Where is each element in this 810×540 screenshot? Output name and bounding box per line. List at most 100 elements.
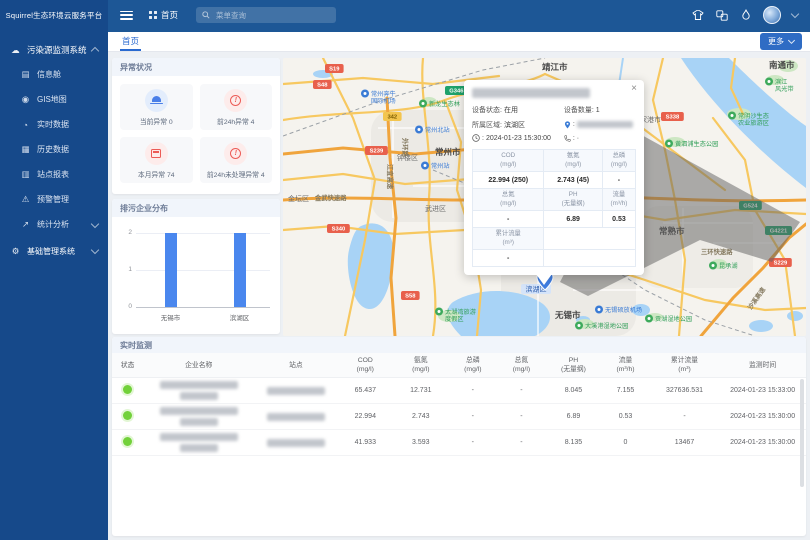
map-poi-label: 常阴沙生态农业旅游区 [738, 112, 769, 127]
sidebar-item-history-data[interactable]: ▦历史数据 [0, 137, 108, 162]
metric-header: 流量(m³/h) [602, 189, 635, 211]
table-row[interactable]: 41.9333.593--8.1350134672024-01-23 15:30… [112, 430, 806, 456]
table-scrollbar[interactable] [800, 379, 804, 487]
top-header: Squirrel生态环境云服务平台 首页 [0, 0, 810, 30]
metric-value: 2.743 (45) [544, 172, 602, 189]
device-count-field: 设备数量:1 [564, 105, 636, 115]
calendar-icon [151, 149, 161, 158]
table-cell: 12.731 [393, 378, 449, 404]
sidebar-root-base-system[interactable]: ⚙ 基础管理系统 [0, 239, 108, 263]
flame-icon[interactable] [739, 9, 752, 22]
y-tick-label: 0 [118, 303, 132, 310]
main-content: 异常状况 当前异常 0前24h异常 4本月异常 74前24h未处理异常 4 排污… [108, 52, 810, 540]
status-dot [123, 385, 132, 394]
table-cell: - [449, 430, 498, 456]
stat-card: 前24h未处理异常 4 [200, 137, 273, 183]
hamburger-menu-icon[interactable] [120, 11, 133, 20]
sidebar-item-info-hub[interactable]: ▤信息舱 [0, 62, 108, 87]
metric-value: - [473, 250, 544, 267]
more-button[interactable]: 更多 [760, 33, 802, 50]
redacted-company-name [160, 407, 238, 415]
road-badge-label: G346 [449, 89, 464, 95]
table-cell: - [497, 430, 546, 456]
map-poi-label: 贡湖湿地公园 [655, 315, 692, 323]
panel-title: 异常状况 [112, 58, 280, 76]
station-popup: × 设备状态:在用 设备数量:1 所属区域:滨湖区 : :2024 [464, 80, 644, 275]
redacted-company-title [472, 88, 590, 98]
warn-icon [230, 148, 241, 159]
chevron-down-icon [91, 246, 99, 254]
map-poi-label: 常州站 [431, 162, 450, 170]
tab-home[interactable]: 首页 [120, 32, 141, 51]
map-poi-label: 大溪港湿地公园 [585, 322, 628, 330]
road-badge-label: S229 [774, 261, 788, 267]
user-avatar[interactable] [763, 6, 781, 24]
sidebar-item-site-report[interactable]: ▥站点报表 [0, 162, 108, 187]
close-icon[interactable]: × [631, 84, 637, 94]
region-field: 所属区域:滨湖区 [472, 120, 564, 130]
redacted-address [577, 121, 633, 128]
map-city-label: 靖江市 [542, 62, 568, 72]
table-cell: 0 [601, 430, 650, 456]
map-poi-label: 无锡硕放机场 [605, 306, 642, 314]
panel-title: 实时监测 [112, 337, 806, 353]
x-category-label: 滨湖区 [215, 312, 265, 322]
table-cell: 22.994 [338, 404, 394, 430]
metric-header: 累计流量(m³) [473, 228, 544, 250]
sidebar-item-gis-map[interactable]: ◉GIS地图 [0, 87, 108, 112]
search-input[interactable] [214, 10, 330, 21]
address-field: : [564, 121, 636, 129]
sidebar-item-label: 统计分析 [37, 219, 69, 230]
chart-icon: ↗ [20, 219, 31, 230]
sidebar: ☁ 污染源监测系统 ▤信息舱◉GIS地图◔实时数据▦历史数据▥站点报表⚠预警管理… [0, 30, 108, 540]
menu-search[interactable] [196, 7, 336, 23]
table-row[interactable]: 22.9942.743--6.890.53-2024-01-23 15:30:0… [112, 404, 806, 430]
map-road-label: 金武快速路 [314, 193, 347, 202]
redacted-company-name [160, 381, 238, 389]
table-cell: 6.89 [546, 404, 602, 430]
map-poi-label: 新龙生态林 [429, 100, 460, 108]
road-badge-label: 342 [387, 115, 397, 121]
metric-header: 总氮(mg/l) [473, 189, 544, 211]
gis-map[interactable]: 靖江市南通市常州市常熟市无锡市钟楼区武进区金坛区张家港市常州奔牛国际机场常州北站… [283, 58, 806, 336]
column-header: 总氮(mg/l) [497, 353, 546, 378]
siren-icon [152, 96, 161, 102]
map-road-label: 江宜高速 [386, 164, 395, 190]
user-menu-chevron-down-icon[interactable] [791, 10, 799, 18]
table-cell: - [497, 404, 546, 430]
layout-switch-icon[interactable] [715, 9, 728, 22]
sidebar-item-stats-analysis[interactable]: ↗ 统计分析 [0, 212, 108, 237]
column-header: COD(mg/l) [338, 353, 394, 378]
panel-title: 排污企业分布 [112, 199, 280, 217]
sidebar-item-label: 站点报表 [37, 169, 69, 180]
stat-card: 当前异常 0 [120, 84, 193, 130]
table-cell: 2024-01-23 15:30:00 [719, 430, 806, 456]
metric-header: 氨氮(mg/l) [544, 150, 602, 172]
column-header: 企业名称 [143, 353, 254, 378]
sidebar-root-pollution-system[interactable]: ☁ 污染源监测系统 [0, 38, 108, 62]
table-row[interactable]: 65.43712.731--8.0457.155327636.5312024-0… [112, 378, 806, 404]
table-cell: 2024-01-23 15:33:00 [719, 378, 806, 404]
table-cell: 0.53 [601, 404, 650, 430]
theme-skin-icon[interactable] [691, 9, 704, 22]
abnormal-status-panel: 异常状况 当前异常 0前24h异常 4本月异常 74前24h未处理异常 4 [112, 58, 280, 194]
nav-home[interactable]: 首页 [149, 9, 178, 21]
alert-icon: ⚠ [20, 194, 31, 205]
dashboard-icon: ▤ [20, 69, 31, 80]
table-cell: - [449, 378, 498, 404]
sidebar-item-alert-management[interactable]: ⚠预警管理 [0, 187, 108, 212]
sidebar-item-label: 实时数据 [37, 119, 69, 130]
table-cell: - [449, 404, 498, 430]
tab-bar: 首页 更多 [108, 30, 810, 52]
redacted-station-name [267, 439, 325, 447]
table-cell: 7.155 [601, 378, 650, 404]
sidebar-item-realtime-data[interactable]: ◔实时数据 [0, 112, 108, 137]
device-status-field: 设备状态:在用 [472, 105, 564, 115]
chevron-down-icon [788, 37, 795, 44]
road-badge-label: S19 [329, 67, 340, 73]
gridline [136, 307, 270, 308]
column-header: 站点 [254, 353, 337, 378]
pin-icon [564, 121, 571, 129]
gridline [136, 270, 270, 271]
search-icon [202, 11, 210, 19]
